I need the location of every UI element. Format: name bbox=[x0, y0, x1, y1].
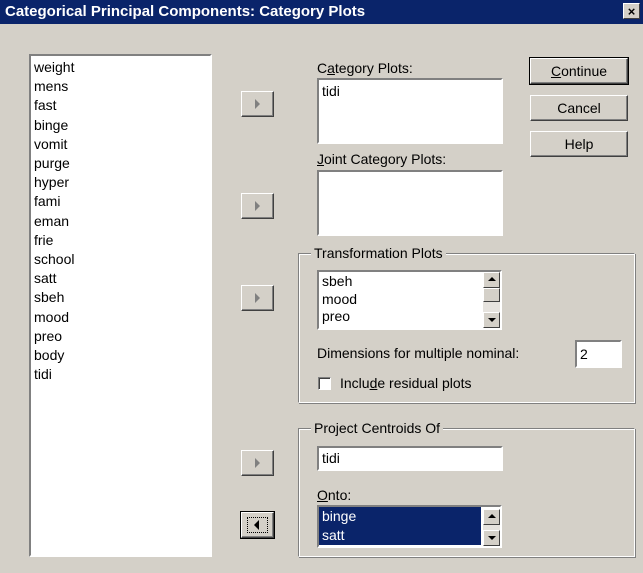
scroll-up-icon[interactable] bbox=[483, 272, 500, 288]
source-variable-list[interactable]: weight mens fast binge vomit purge hyper fami em… bbox=[29, 54, 212, 557]
list-item[interactable]: sbeh bbox=[34, 288, 210, 307]
scroll-up-icon[interactable] bbox=[483, 509, 500, 525]
project-centroids-input[interactable]: tidi bbox=[317, 446, 503, 471]
list-item[interactable]: mood bbox=[34, 308, 210, 327]
list-item[interactable]: purge bbox=[34, 154, 210, 173]
list-item[interactable]: tidi bbox=[322, 82, 501, 101]
joint-category-plots-label: Joint Category Plots: bbox=[317, 151, 447, 167]
include-residual-checkbox[interactable] bbox=[318, 377, 331, 390]
category-plots-label: Category Plots: bbox=[317, 60, 413, 76]
category-plots-list[interactable]: tidi bbox=[317, 78, 503, 144]
move-to-project-centroids-button[interactable] bbox=[241, 450, 274, 476]
onto-items: binge satt bbox=[319, 507, 500, 545]
cancel-button[interactable]: Cancel bbox=[530, 95, 628, 121]
list-item[interactable]: mens bbox=[34, 77, 210, 96]
help-button[interactable]: Help bbox=[530, 131, 628, 157]
project-centroids-title: Project Centroids Of bbox=[311, 420, 444, 436]
list-item[interactable]: preo bbox=[34, 327, 210, 346]
window-title: Categorical Principal Components: Catego… bbox=[5, 3, 366, 20]
list-item[interactable]: satt bbox=[34, 269, 210, 288]
arrow-left-icon bbox=[254, 520, 259, 530]
arrow-right-icon bbox=[255, 458, 260, 468]
list-item[interactable]: tidi bbox=[34, 365, 210, 384]
arrow-right-icon bbox=[255, 99, 260, 109]
category-plots-items: tidi bbox=[319, 80, 501, 101]
move-to-transformation-plots-button[interactable] bbox=[241, 285, 274, 311]
list-item[interactable]: sbeh bbox=[322, 273, 500, 291]
list-item[interactable]: satt bbox=[319, 526, 481, 545]
onto-scrollbar[interactable] bbox=[483, 509, 500, 546]
continue-button[interactable]: Continue bbox=[529, 57, 629, 85]
list-item[interactable]: fami bbox=[34, 192, 210, 211]
move-back-onto-button[interactable] bbox=[240, 511, 275, 539]
list-item[interactable]: school bbox=[34, 250, 210, 269]
list-item[interactable]: body bbox=[34, 346, 210, 365]
transformation-plots-scrollbar[interactable] bbox=[483, 272, 500, 328]
scroll-down-icon[interactable] bbox=[483, 530, 500, 546]
list-item[interactable]: frie bbox=[34, 231, 210, 250]
onto-list[interactable]: binge satt bbox=[317, 505, 502, 548]
list-item[interactable]: preo bbox=[322, 308, 500, 326]
list-item[interactable]: vomit bbox=[34, 135, 210, 154]
move-to-category-plots-button[interactable] bbox=[241, 91, 274, 117]
list-item[interactable]: hyper bbox=[34, 173, 210, 192]
arrow-right-icon bbox=[255, 201, 260, 211]
scroll-down-icon[interactable] bbox=[483, 312, 500, 328]
variable-items: weight mens fast binge vomit purge hyper fami em… bbox=[31, 56, 210, 384]
list-item[interactable]: mood bbox=[322, 291, 500, 309]
dimensions-input[interactable]: 2 bbox=[575, 340, 622, 368]
close-icon[interactable]: × bbox=[623, 3, 640, 19]
list-item[interactable]: binge bbox=[34, 116, 210, 135]
move-to-joint-plots-button[interactable] bbox=[241, 193, 274, 219]
transformation-plots-title: Transformation Plots bbox=[311, 245, 446, 261]
list-item[interactable]: eman bbox=[34, 212, 210, 231]
transformation-plots-list[interactable]: sbeh mood preo bbox=[317, 270, 502, 330]
scroll-thumb[interactable] bbox=[483, 288, 500, 302]
dimensions-label: Dimensions for multiple nominal: bbox=[317, 345, 520, 361]
arrow-right-icon bbox=[255, 293, 260, 303]
list-item[interactable]: fast bbox=[34, 96, 210, 115]
joint-category-plots-list[interactable] bbox=[317, 170, 503, 236]
title-bar: Categorical Principal Components: Catego… bbox=[0, 0, 643, 24]
list-item[interactable]: binge bbox=[319, 507, 481, 526]
list-item[interactable]: weight bbox=[34, 58, 210, 77]
include-residual-label: Include residual plots bbox=[340, 375, 472, 391]
transformation-plots-items: sbeh mood preo bbox=[319, 272, 500, 326]
onto-label: Onto: bbox=[317, 487, 352, 503]
